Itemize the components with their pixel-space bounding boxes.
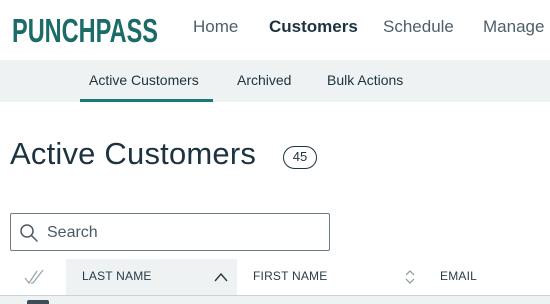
active-tab-indicator (80, 99, 213, 102)
table-header-divider (0, 295, 550, 304)
row-checkbox[interactable] (27, 300, 49, 304)
nav-home[interactable]: Home (193, 17, 238, 37)
search-icon (20, 224, 38, 242)
nav-schedule[interactable]: Schedule (383, 17, 454, 37)
customer-count-badge: 45 (283, 146, 317, 169)
top-navigation: PUNCHPASS Home Customers Schedule Manage (0, 0, 550, 60)
column-header-last-name[interactable]: LAST NAME (82, 269, 152, 283)
select-all-checkmark-icon[interactable] (24, 268, 50, 286)
search-field[interactable] (10, 213, 330, 251)
sort-icon[interactable] (405, 269, 415, 285)
tab-active-customers[interactable]: Active Customers (89, 72, 199, 88)
nav-customers[interactable]: Customers (269, 17, 358, 37)
punchpass-logo[interactable]: PUNCHPASS (12, 9, 160, 49)
column-header-first-name[interactable]: FIRST NAME (253, 269, 327, 283)
tab-bulk-actions[interactable]: Bulk Actions (327, 72, 403, 88)
search-input[interactable] (47, 220, 323, 246)
tab-archived[interactable]: Archived (237, 72, 291, 88)
column-header-email[interactable]: EMAIL (440, 269, 477, 283)
nav-manage[interactable]: Manage (483, 17, 544, 37)
page-title: Active Customers (10, 136, 257, 171)
customers-subnav: Active Customers Archived Bulk Actions (0, 60, 550, 102)
customers-table-header: LAST NAME FIRST NAME EMAIL (0, 259, 550, 295)
svg-text:PUNCHPASS: PUNCHPASS (12, 12, 158, 49)
chevron-up-icon[interactable] (214, 272, 228, 282)
